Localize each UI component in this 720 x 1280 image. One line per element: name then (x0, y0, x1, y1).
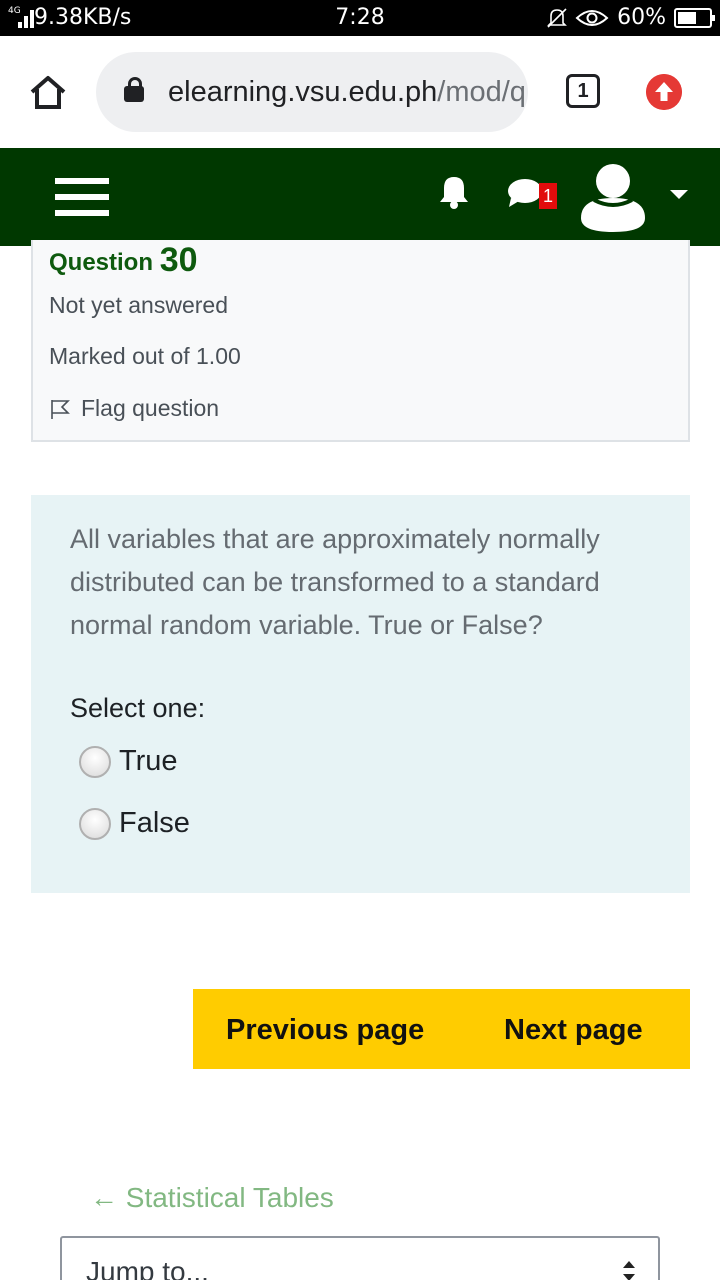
url-text[interactable]: elearning.vsu.edu.ph/mod/q (168, 76, 526, 109)
answer-prompt: Select one: (70, 693, 206, 723)
battery-icon (674, 7, 715, 28)
previous-page-button[interactable]: Previous page (226, 1014, 424, 1047)
radio-true[interactable] (79, 745, 111, 778)
question-title: Question 30 (49, 241, 198, 279)
option-false[interactable]: False (79, 807, 190, 840)
status-bar: 4G 9.38KB/s 7:28 60% (0, 0, 720, 36)
question-content: All variables that are approximately nor… (31, 495, 690, 893)
message-count-badge: 1 (539, 183, 557, 209)
messages-icon[interactable] (507, 178, 543, 208)
mute-bell-icon (547, 7, 568, 28)
page-navigation: Previous page Next page (193, 989, 690, 1069)
browser-toolbar: elearning.vsu.edu.ph/mod/q 1 (0, 36, 720, 148)
question-info-panel: Question 30 Not yet answered Marked out … (31, 240, 690, 442)
lock-icon (124, 77, 144, 102)
eye-icon (575, 9, 609, 26)
user-menu-caret-icon[interactable] (670, 190, 688, 199)
update-arrow-icon[interactable] (646, 74, 682, 110)
address-bar[interactable]: elearning.vsu.edu.ph/mod/q (96, 52, 528, 132)
battery-percent: 60% (617, 5, 666, 30)
question-grade: Marked out of 1.00 (49, 343, 241, 369)
menu-toggle-icon[interactable] (55, 178, 109, 216)
previous-activity-link[interactable]: ← Statistical Tables (90, 1182, 334, 1214)
next-page-button[interactable]: Next page (504, 1014, 643, 1047)
jump-to-label: Jump to... (86, 1256, 209, 1280)
status-right: 60% (547, 5, 715, 30)
flag-question-link[interactable]: Flag question (49, 395, 219, 422)
tab-switcher-button[interactable]: 1 (566, 74, 600, 108)
flag-icon (51, 399, 70, 419)
question-state: Not yet answered (49, 292, 228, 318)
home-icon[interactable] (28, 74, 68, 110)
flag-question-label: Flag question (81, 395, 220, 421)
select-arrows-icon (623, 1261, 635, 1280)
jump-to-select[interactable]: Jump to... (60, 1236, 660, 1280)
option-false-label[interactable]: False (119, 807, 190, 840)
option-true-label[interactable]: True (119, 745, 178, 778)
user-avatar-icon[interactable] (578, 162, 648, 232)
site-navbar: 1 (0, 148, 720, 246)
radio-false[interactable] (79, 807, 111, 840)
notification-bell-icon[interactable] (438, 175, 470, 209)
question-text: All variables that are approximately nor… (70, 524, 600, 640)
option-true[interactable]: True (79, 745, 178, 778)
